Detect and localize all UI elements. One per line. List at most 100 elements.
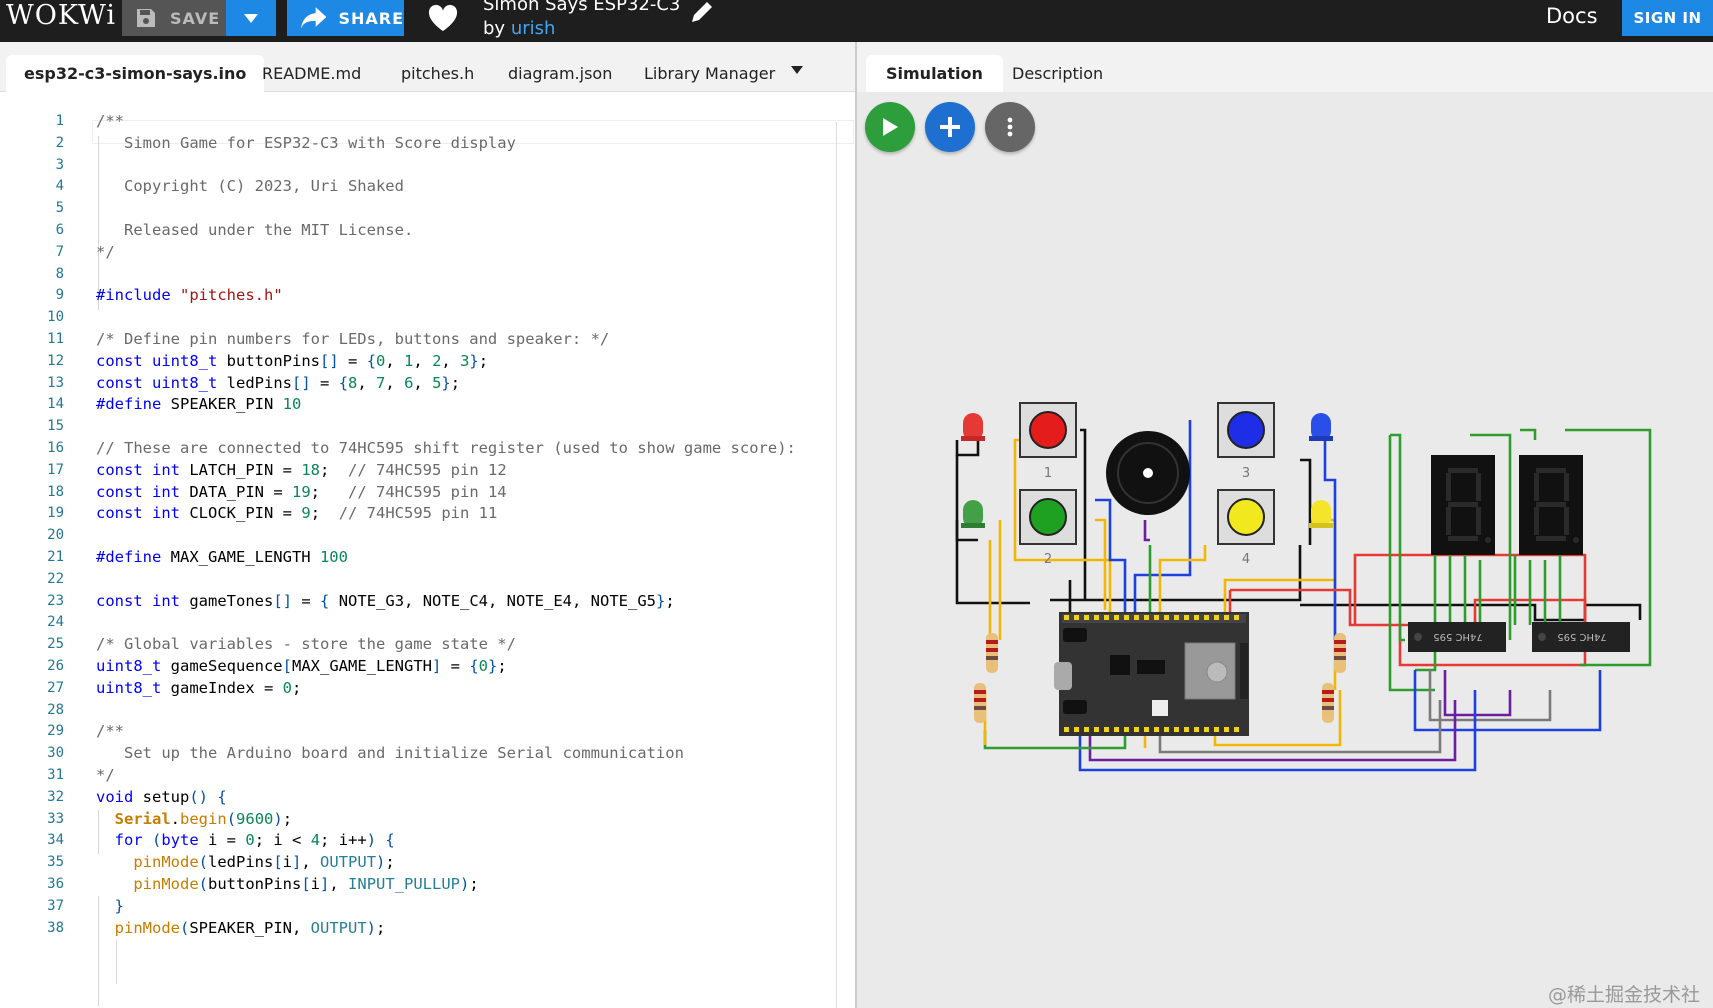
button-label-3: 3 xyxy=(1242,466,1250,481)
line-number: 27 xyxy=(47,679,64,696)
shift-register-1[interactable]: 74HC 595 xyxy=(1408,622,1506,652)
code-line[interactable]: #include "pitches.h" xyxy=(96,286,283,304)
code-line[interactable]: */ xyxy=(96,243,115,261)
simulation-panel: Simulation Description 1 2 3 4 74HC 595 … xyxy=(857,42,1713,1008)
watermark: @稀土掘金技术社区 xyxy=(1548,984,1701,1006)
code-editor[interactable]: 1 2 3 4 5 6 7 8 9 10 11 12 13 14 15 16 17 18 19 20 21 22 23 24 2… xyxy=(0,92,855,1008)
code-line[interactable]: /* Global variables - store the game sta… xyxy=(96,635,516,653)
chip-label: 74HC 595 xyxy=(1433,631,1483,642)
code-line[interactable]: uint8_t gameSequence[MAX_GAME_LENGTH] = … xyxy=(96,657,507,675)
code-line[interactable]: /** xyxy=(96,722,124,740)
code-line[interactable]: const int CLOCK_PIN = 9; // 74HC595 pin … xyxy=(96,504,497,522)
code-line[interactable]: Simon Game for ESP32-C3 with Score displ… xyxy=(96,134,516,152)
push-button-green[interactable] xyxy=(1019,489,1077,545)
line-number: 5 xyxy=(55,200,64,217)
led-red[interactable] xyxy=(961,413,985,441)
line-number-gutter: 1 2 3 4 5 6 7 8 9 10 11 12 13 14 15 16 17 18 19 20 21 22 23 24 2… xyxy=(0,92,80,1008)
code-line[interactable]: /** xyxy=(96,112,124,130)
line-number: 13 xyxy=(47,374,64,391)
line-number: 6 xyxy=(55,222,64,238)
line-number: 15 xyxy=(47,418,64,435)
line-number: 7 xyxy=(55,243,64,260)
code-line[interactable]: const uint8_t buttonPins[] = {0, 1, 2, 3… xyxy=(96,352,488,370)
line-number: 31 xyxy=(47,767,64,783)
code-line[interactable]: void setup() { xyxy=(96,788,227,806)
line-number: 19 xyxy=(47,505,64,522)
line-number: 30 xyxy=(47,745,64,762)
line-number: 16 xyxy=(47,440,64,456)
sign-in-button[interactable]: SIGN IN xyxy=(1622,0,1713,36)
line-number: 17 xyxy=(47,461,64,478)
buzzer[interactable] xyxy=(1106,431,1190,515)
push-button-blue[interactable] xyxy=(1217,402,1275,458)
line-number: 2 xyxy=(55,134,64,151)
code-line[interactable]: pinMode(SPEAKER_PIN, OUTPUT); xyxy=(96,919,386,937)
line-number: 12 xyxy=(47,352,64,369)
tab-esp32-c3-simon-says-ino[interactable]: esp32-c3-simon-says.ino xyxy=(6,55,265,92)
code-line[interactable]: // These are connected to 74HC595 shift … xyxy=(96,439,796,457)
save-button-group: SAVE xyxy=(122,0,276,36)
tab-pitches-h[interactable]: pitches.h xyxy=(383,55,492,92)
code-line[interactable]: for (byte i = 0; i < 4; i++) { xyxy=(96,831,395,849)
line-number: 14 xyxy=(47,396,64,413)
share-button[interactable]: SHARE xyxy=(287,0,404,36)
more-tabs-caret-icon[interactable] xyxy=(791,66,803,74)
code-line[interactable]: #define MAX_GAME_LENGTH 100 xyxy=(96,548,348,566)
line-number: 22 xyxy=(47,570,64,587)
code-line[interactable]: pinMode(buttonPins[i], INPUT_PULLUP); xyxy=(96,875,478,893)
save-button[interactable]: SAVE xyxy=(122,0,226,36)
code-line[interactable]: const int gameTones[] = { NOTE_G3, NOTE_… xyxy=(96,592,675,610)
code-line[interactable]: } xyxy=(96,897,124,915)
code-line[interactable]: pinMode(ledPins[i], OUTPUT); xyxy=(96,853,394,871)
save-options-dropdown[interactable] xyxy=(226,0,276,36)
docs-link[interactable]: Docs xyxy=(1546,4,1598,28)
indent-guide xyxy=(116,940,117,984)
code-line[interactable]: const int LATCH_PIN = 18; // 74HC595 pin… xyxy=(96,461,507,479)
code-line[interactable]: const int DATA_PIN = 19; // 74HC595 pin … xyxy=(96,483,507,501)
author-link[interactable]: urish xyxy=(511,18,556,39)
line-number: 20 xyxy=(47,527,64,544)
tab-library-manager[interactable]: Library Manager xyxy=(626,55,793,92)
save-label: SAVE xyxy=(170,8,221,28)
pencil-icon[interactable] xyxy=(690,0,716,24)
code-line[interactable]: #define SPEAKER_PIN 10 xyxy=(96,395,301,413)
line-number: 24 xyxy=(47,614,64,631)
share-label: SHARE xyxy=(338,8,404,28)
code-line[interactable]: const uint8_t ledPins[] = {8, 7, 6, 5}; xyxy=(96,374,460,392)
circuit-diagram[interactable]: 1 2 3 4 74HC 595 74HC 595 xyxy=(857,42,1713,1008)
led-yellow[interactable] xyxy=(1309,500,1333,528)
editor-tab-bar: esp32-c3-simon-says.ino README.md pitche… xyxy=(0,42,855,92)
line-number: 23 xyxy=(47,592,64,609)
wokwi-logo[interactable]: WOKWi xyxy=(6,0,116,36)
project-author: by urish xyxy=(483,18,555,40)
code-line[interactable]: /* Define pin numbers for LEDs, buttons … xyxy=(96,330,609,348)
button-label-4: 4 xyxy=(1242,552,1250,567)
code-line[interactable]: Copyright (C) 2023, Uri Shaked xyxy=(96,177,404,195)
seven-segment-display-1[interactable] xyxy=(1431,455,1495,555)
tab-diagram-json[interactable]: diagram.json xyxy=(490,55,630,92)
project-title: Simon Says ESP32-C3 xyxy=(483,0,681,15)
code-line[interactable]: uint8_t gameIndex = 0; xyxy=(96,679,301,697)
line-number: 28 xyxy=(47,701,64,718)
led-green[interactable] xyxy=(961,500,985,528)
line-number: 10 xyxy=(47,309,64,326)
push-button-red[interactable] xyxy=(1019,402,1077,458)
led-blue[interactable] xyxy=(1309,413,1333,441)
heart-icon[interactable] xyxy=(428,4,458,32)
line-number: 32 xyxy=(47,788,64,805)
push-button-yellow[interactable] xyxy=(1217,489,1275,545)
line-number: 26 xyxy=(47,658,64,674)
seven-segment-display-2[interactable] xyxy=(1519,455,1583,555)
editor-scrollbar[interactable] xyxy=(836,122,837,1008)
esp32-c3-board[interactable] xyxy=(1054,612,1249,736)
line-number: 8 xyxy=(55,265,64,282)
shift-register-2[interactable]: 74HC 595 xyxy=(1532,622,1630,652)
tab-readme-md[interactable]: README.md xyxy=(244,55,379,92)
share-arrow-icon xyxy=(301,7,327,29)
line-number: 18 xyxy=(47,483,64,500)
code-line[interactable]: */ xyxy=(96,766,115,784)
code-line[interactable]: Set up the Arduino board and initialize … xyxy=(96,744,684,762)
by-label: by xyxy=(483,18,506,39)
code-line[interactable]: Serial.begin(9600); xyxy=(96,810,292,828)
code-line[interactable]: Released under the MIT License. xyxy=(96,221,413,239)
